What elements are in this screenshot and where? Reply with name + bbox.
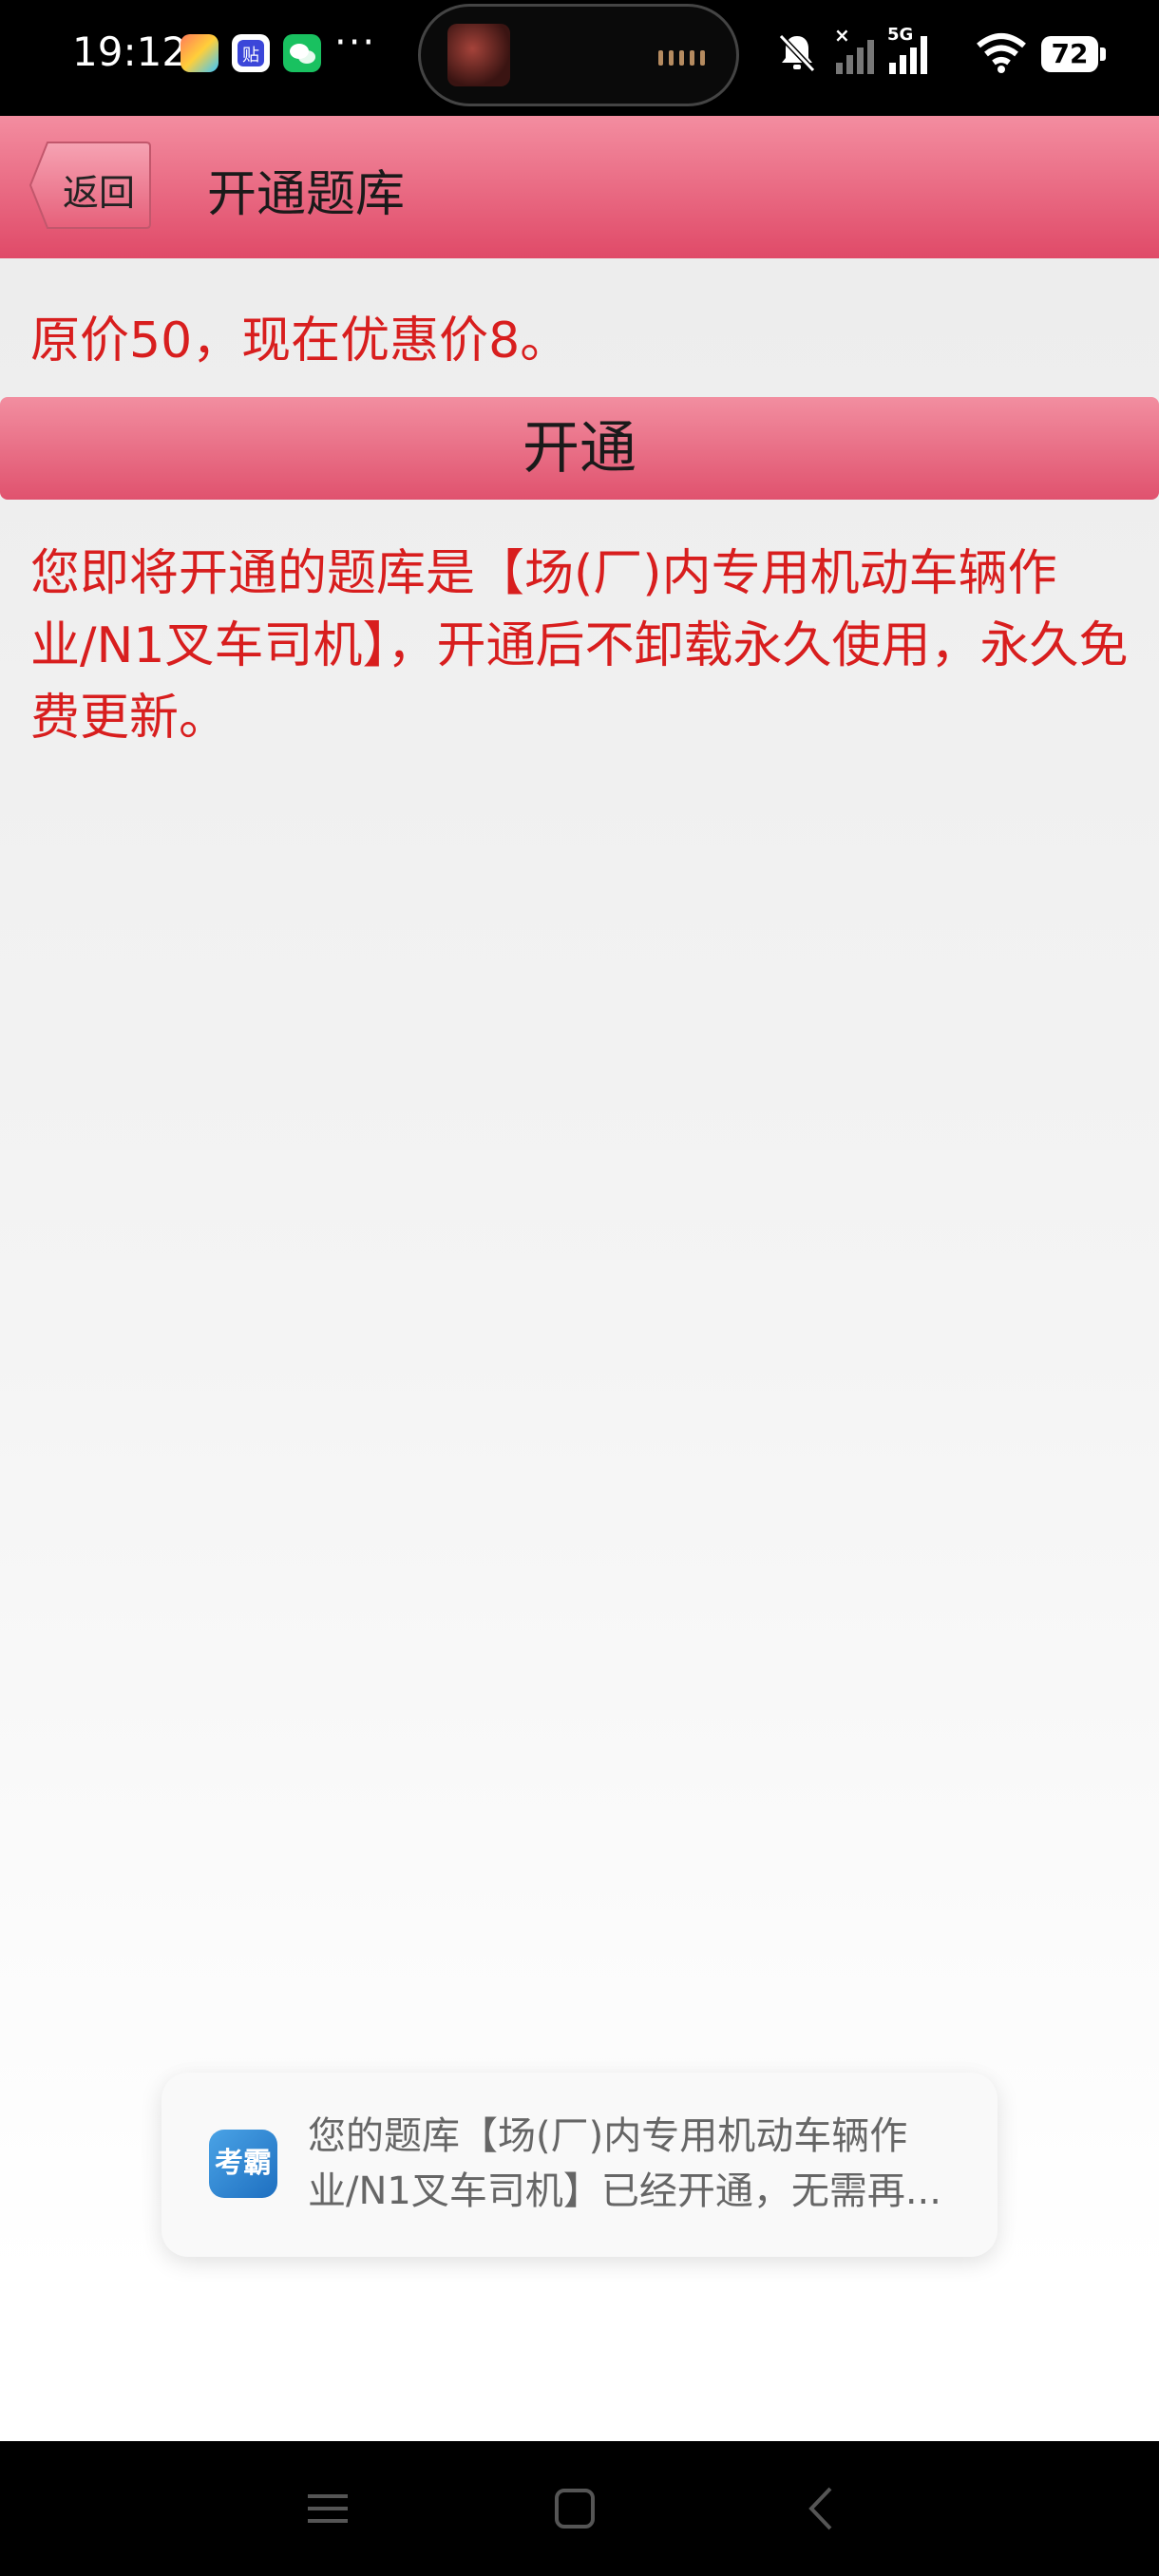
- more-notifications-icon: ···: [334, 21, 377, 65]
- navigation-bar: [0, 2441, 1159, 2576]
- status-time: 19:12: [72, 28, 188, 75]
- menu-icon[interactable]: [294, 2475, 361, 2542]
- status-bar: 19:12 贴 ··· × 5G 72: [0, 0, 1159, 116]
- battery-level: 72: [1041, 36, 1098, 72]
- svg-text:×: ×: [834, 27, 850, 47]
- kaoba-app-icon: 考霸: [209, 2130, 277, 2198]
- audio-wave-icon: [658, 50, 711, 69]
- mute-icon: [778, 33, 816, 73]
- tieba-icon: 贴: [232, 34, 270, 72]
- media-thumbnail-icon: [447, 24, 510, 86]
- home-icon[interactable]: [542, 2475, 608, 2542]
- toast-notification: 考霸 您的题库【场(厂)内专用机动车辆作业/N1叉车司机】已经开通，无需再...: [162, 2073, 998, 2257]
- title-bar: 返回 开通题库: [0, 116, 1159, 258]
- open-button[interactable]: 开通: [0, 397, 1159, 500]
- toast-message: 您的题库【场(厂)内专用机动车辆作业/N1叉车司机】已经开通，无需再...: [308, 2114, 941, 2213]
- svg-text:贴: 贴: [242, 46, 259, 66]
- battery-icon: [1100, 47, 1106, 61]
- back-nav-icon[interactable]: [788, 2475, 855, 2542]
- wechat-icon: [283, 34, 321, 72]
- back-button[interactable]: 返回: [28, 141, 152, 230]
- signal-icon: [889, 36, 927, 74]
- description-text: 您即将开通的题库是【场(厂)内专用机动车辆作业/N1叉车司机】，开通后不卸载永久…: [30, 545, 1129, 747]
- game-center-icon: [180, 34, 218, 72]
- page-title: 开通题库: [207, 166, 406, 223]
- status-icons: × 5G 72: [760, 0, 1159, 116]
- price-text: 原价50，现在优惠价8。: [30, 313, 570, 369]
- wifi-icon: [977, 33, 1026, 73]
- dynamic-island[interactable]: [418, 4, 739, 106]
- no-signal-icon: ×: [834, 27, 874, 74]
- back-label: 返回: [63, 172, 136, 214]
